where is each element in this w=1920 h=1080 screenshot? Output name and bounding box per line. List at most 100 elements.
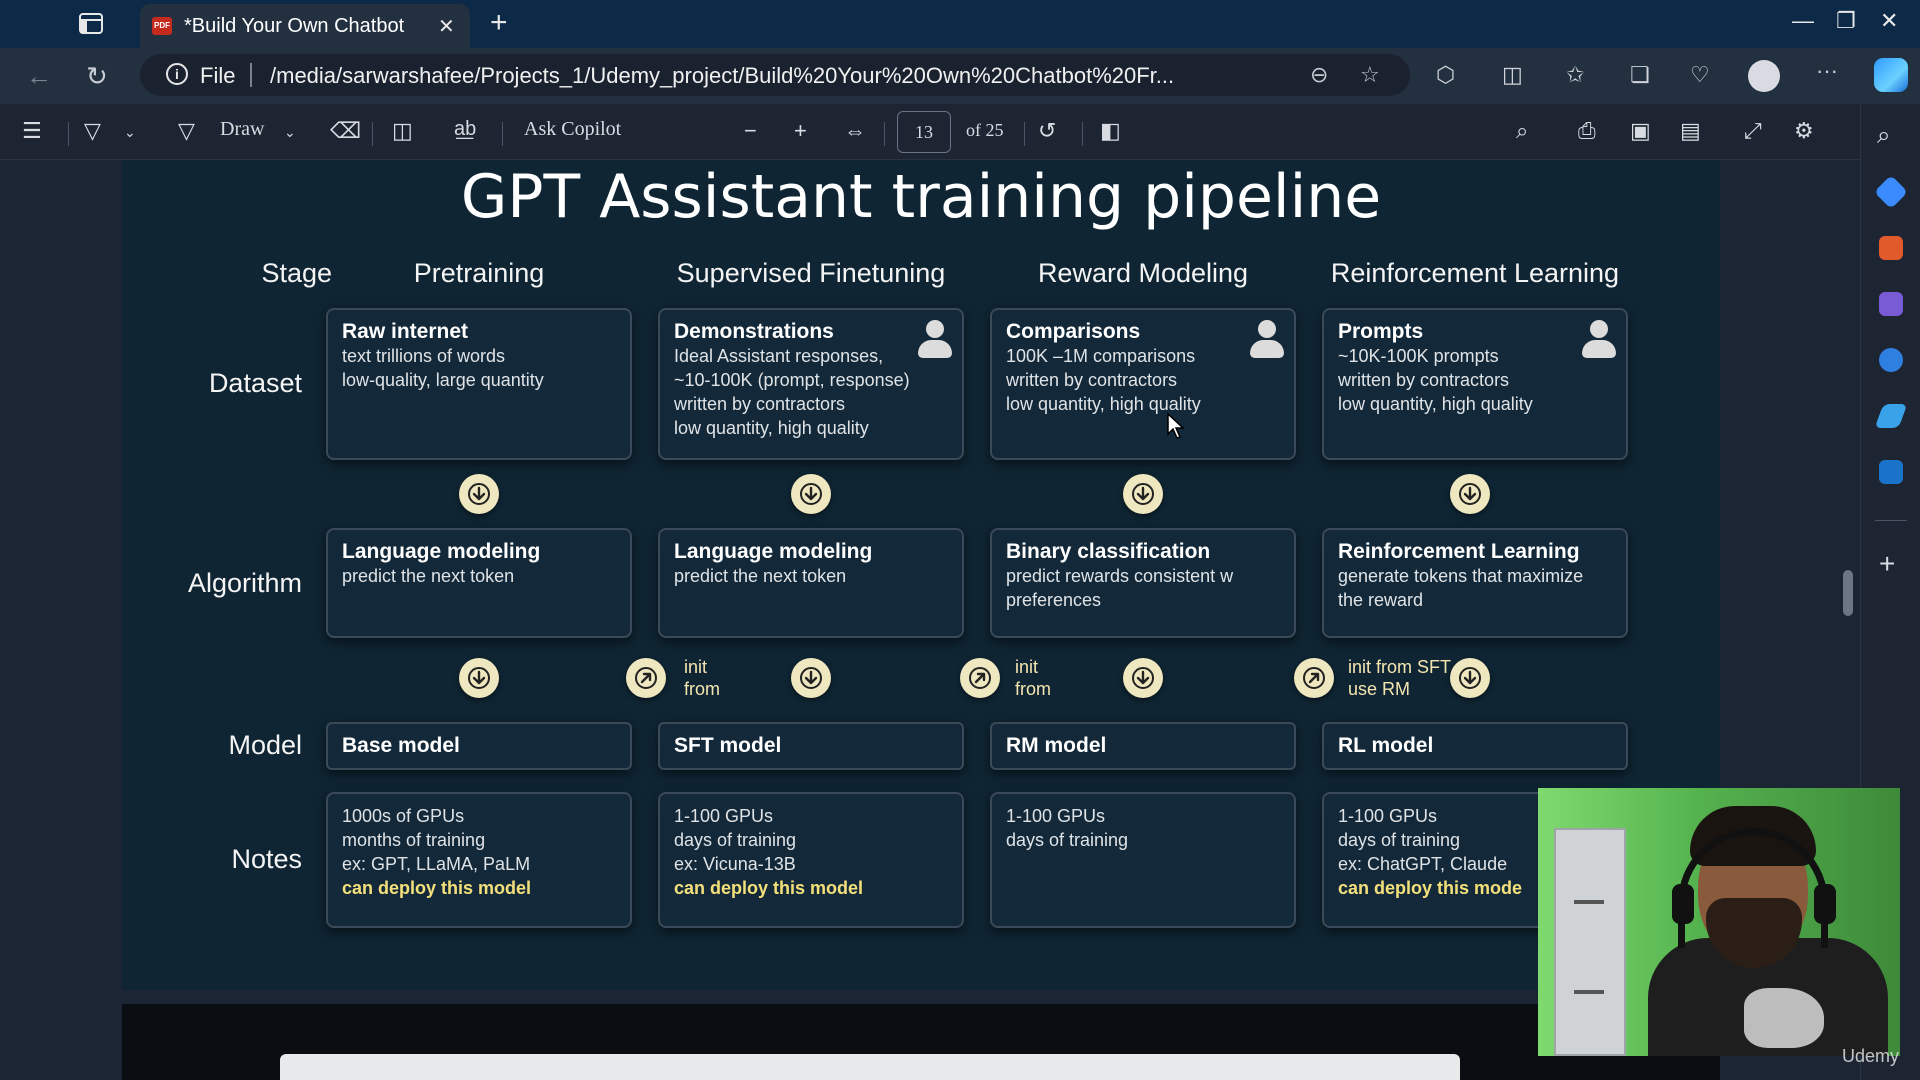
outlook-icon[interactable] — [1879, 460, 1903, 484]
tab-active[interactable]: PDF *Build Your Own Chatbot ✕ — [140, 4, 470, 48]
dataset-card-reward: Comparisons 100K –1M comparisons written… — [990, 308, 1296, 460]
toolbar-divider — [502, 122, 503, 146]
person-icon — [918, 320, 952, 360]
sidebar-divider — [1875, 520, 1907, 521]
highlight-dropdown-icon[interactable]: ⌄ — [124, 124, 136, 141]
draw-icon[interactable]: ▽ — [178, 118, 195, 144]
more-menu-icon[interactable]: ··· — [1816, 58, 1838, 84]
profile-avatar[interactable] — [1748, 60, 1780, 92]
refresh-icon[interactable]: ↻ — [86, 61, 108, 92]
extensions-icon[interactable]: ⬡ — [1436, 62, 1455, 88]
rotate-icon[interactable]: ↺ — [1038, 118, 1056, 144]
notes-card-sft: 1-100 GPUs days of training ex: Vicuna-1… — [658, 792, 964, 928]
pdf-toolbar: ☰ ▽ ⌄ ▽ Draw ⌄ ⌫ ◫ a͟b Ask Copilot − + ⇔… — [0, 104, 1860, 160]
arrow-down-icon — [1123, 658, 1163, 698]
sidebar-add-icon[interactable]: + — [1879, 548, 1895, 580]
toolbar-divider — [1024, 122, 1025, 146]
webcam-overlay — [1538, 788, 1900, 1056]
zoom-in-icon[interactable]: + — [794, 118, 807, 144]
next-slide-table — [280, 1054, 1460, 1080]
dataset-title: Comparisons — [1006, 320, 1141, 343]
algorithm-title: Binary classification — [1006, 540, 1211, 563]
scrollbar-thumb[interactable] — [1843, 570, 1853, 616]
slide-title: GPT Assistant training pipeline — [460, 162, 1382, 232]
init-line: from — [684, 679, 720, 699]
erase-icon[interactable]: ⌫ — [330, 118, 361, 144]
new-tab-icon[interactable]: + — [490, 6, 508, 40]
tools-briefcase-icon[interactable] — [1879, 236, 1903, 260]
save-as-icon[interactable]: ▤ — [1680, 118, 1701, 144]
algorithm-line: predict the next token — [342, 566, 515, 586]
arrow-init-icon — [1294, 658, 1334, 698]
send-icon[interactable] — [1874, 404, 1908, 428]
page-number-input[interactable]: 13 — [897, 111, 951, 153]
split-screen-icon[interactable]: ◫ — [1502, 62, 1523, 88]
webcam-cabinet — [1554, 828, 1626, 1056]
read-aloud-icon[interactable]: a͟b — [454, 118, 476, 141]
algorithm-card-rl: Reinforcement Learning generate tokens t… — [1322, 528, 1628, 638]
browser-window: PDF *Build Your Own Chatbot ✕ + — ❐ ✕ ← … — [0, 0, 1920, 1080]
dataset-card-pretraining: Raw internet text trillions of words low… — [326, 308, 632, 460]
notes-line: ex: Vicuna-13B — [674, 854, 796, 874]
notes-line: ex: GPT, LLaMA, PaLM — [342, 854, 531, 874]
shopping-tag-icon[interactable] — [1874, 175, 1908, 209]
dataset-line: low-quality, large quantity — [342, 370, 544, 390]
page-view-icon[interactable]: ◧ — [1100, 118, 1121, 144]
draw-button[interactable]: Draw — [220, 118, 264, 141]
browser-essentials-icon[interactable]: ♡ — [1690, 62, 1710, 88]
restore-icon[interactable]: ❐ — [1836, 8, 1856, 34]
fit-width-icon[interactable]: ⇔ — [844, 118, 866, 144]
stage-name-reward: Reward Modeling — [1037, 258, 1249, 288]
fullscreen-icon[interactable]: ⤢ — [1744, 118, 1762, 144]
init-line: use RM — [1348, 679, 1411, 699]
dataset-card-rl: Prompts ~10K-100K prompts written by con… — [1322, 308, 1628, 460]
algorithm-title: Language modeling — [342, 540, 541, 563]
tab-actions-icon[interactable] — [78, 12, 106, 36]
zoom-out-icon[interactable]: − — [744, 118, 757, 144]
notes-card-reward: 1-100 GPUs days of training — [990, 792, 1296, 928]
init-line: from — [1015, 679, 1051, 699]
address-bar[interactable]: i File /media/sarwarshafee/Projects_1/Ud… — [140, 54, 1410, 96]
arrow-down-icon — [1450, 474, 1490, 514]
find-icon[interactable]: ⌕ — [1516, 118, 1528, 144]
office-icon[interactable] — [1879, 348, 1903, 372]
init-line: init — [1015, 657, 1039, 677]
collections-icon[interactable]: ❏ — [1630, 62, 1650, 88]
zoom-out-icon[interactable]: ⊖ — [1310, 62, 1328, 88]
ask-copilot-button[interactable]: Ask Copilot — [524, 118, 621, 141]
highlight-icon[interactable]: ▽ — [84, 118, 101, 144]
algorithm-line: preferences — [1006, 590, 1102, 610]
arrow-down-icon — [459, 658, 499, 698]
favorites-icon[interactable]: ✩ — [1566, 62, 1584, 88]
favorite-star-icon[interactable]: ☆ — [1360, 62, 1380, 88]
print-icon[interactable]: ⎙ — [1578, 118, 1596, 144]
copilot-icon[interactable] — [1874, 58, 1908, 92]
info-icon[interactable]: i — [166, 63, 188, 85]
row-label-model: Model — [228, 730, 302, 760]
arrow-init-icon — [960, 658, 1000, 698]
draw-dropdown-icon[interactable]: ⌄ — [284, 124, 296, 141]
sidebar-search-icon[interactable]: ⌕ — [1877, 122, 1890, 150]
close-tab-icon[interactable]: ✕ — [438, 14, 455, 39]
save-icon[interactable]: ▣ — [1630, 118, 1651, 144]
toolbar-divider — [884, 122, 885, 146]
person-icon — [1582, 320, 1616, 360]
back-icon[interactable]: ← — [26, 61, 52, 92]
contents-icon[interactable]: ☰ — [22, 118, 42, 144]
address-scheme: File — [200, 63, 236, 88]
init-line: init — [684, 657, 708, 677]
tab-title: *Build Your Own Chatbot — [184, 15, 405, 37]
notes-line: days of training — [1006, 830, 1129, 850]
minimize-icon[interactable]: — — [1792, 8, 1814, 34]
games-icon[interactable] — [1879, 292, 1903, 316]
algorithm-line: the reward — [1338, 590, 1424, 610]
dataset-line: low quantity, high quality — [674, 418, 869, 438]
pdf-file-icon: PDF — [152, 17, 172, 35]
arrow-down-icon — [791, 658, 831, 698]
arrow-down-icon — [1450, 658, 1490, 698]
text-box-icon[interactable]: ◫ — [392, 118, 413, 144]
model-box-rl: RL model — [1322, 722, 1628, 770]
settings-gear-icon[interactable]: ⚙ — [1794, 118, 1814, 144]
close-window-icon[interactable]: ✕ — [1880, 8, 1898, 34]
address-url[interactable]: /media/sarwarshafee/Projects_1/Udemy_pro… — [270, 63, 1270, 89]
